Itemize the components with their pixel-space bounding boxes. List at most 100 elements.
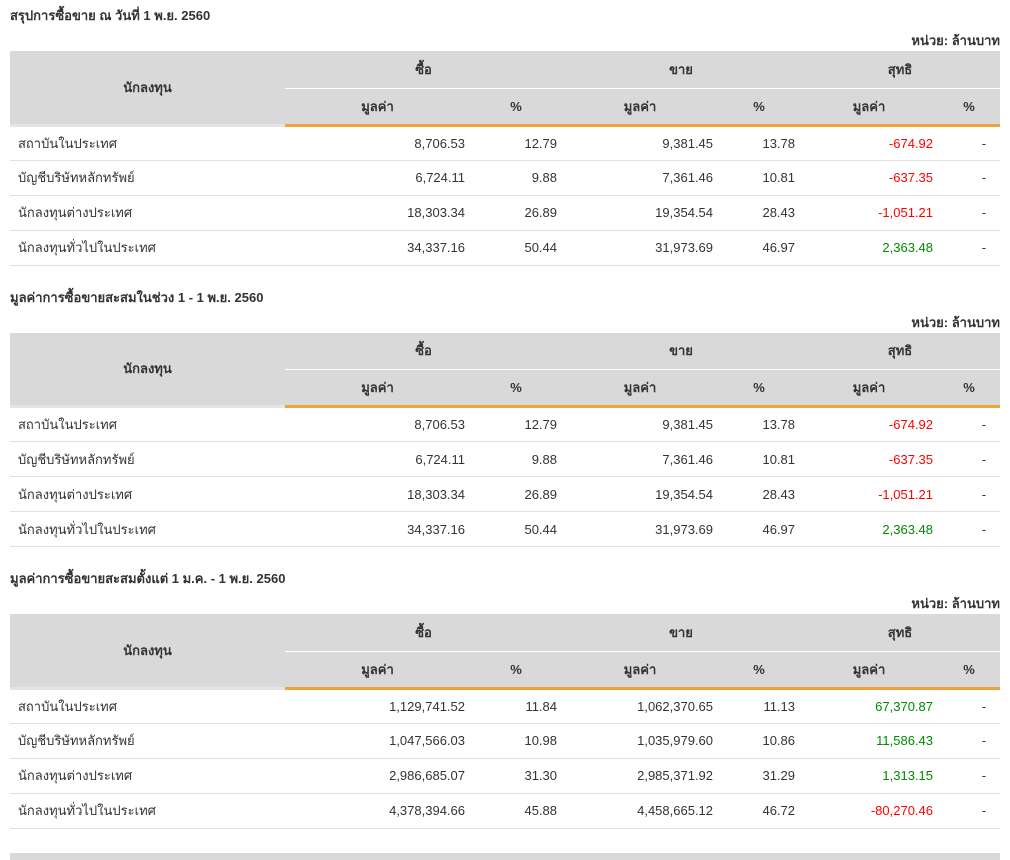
net-percent: -	[938, 723, 1001, 759]
table-row: สถาบันในประเทศ 8,706.53 12.79 9,381.45 13.78…	[10, 406, 1001, 442]
subheader-buy-value: มูลค่า	[285, 87, 470, 127]
column-header-net: สุทธิ	[800, 332, 1001, 370]
net-value: -1,051.21	[800, 476, 939, 512]
net-value: 67,370.87	[800, 688, 939, 724]
sell-value: 19,354.54	[562, 476, 719, 512]
column-header-sell: ขาย	[562, 614, 801, 651]
unit-label: หน่วย: ล้านบาท	[911, 314, 1000, 330]
investor-name: บัญชีบริษัทหลักทรัพย์	[10, 441, 285, 477]
buy-percent: 11.84	[470, 688, 563, 724]
net-value: -1,051.21	[800, 195, 939, 231]
unit-label: หน่วย: ล้านบาท	[911, 596, 1000, 611]
subheader-net-percent: %	[938, 369, 1001, 408]
buy-percent: 12.79	[470, 125, 563, 161]
table-row: นักลงทุนทั่วไปในประเทศ 34,337.16 50.44 31,9…	[10, 230, 1001, 266]
table-title-period: มูลค่าการซื้อขายสะสมในช่วง 1 - 1 พ.ย. 25…	[10, 289, 264, 305]
buy-value: 34,337.16	[285, 511, 470, 547]
investor-name: บัญชีบริษัทหลักทรัพย์	[10, 723, 285, 759]
unit-label: หน่วย: ล้านบาท	[911, 33, 1000, 48]
sell-value: 7,361.46	[562, 160, 719, 196]
investor-name: นักลงทุนทั่วไปในประเทศ	[10, 511, 285, 547]
subheader-net-percent: %	[938, 650, 1001, 690]
column-header-investor: นักลงทุน	[10, 614, 285, 690]
daily-summary-section: สรุปการซื้อขาย ณ วันที่ 1 พ.ย. 2560 หน่ว…	[10, 8, 1001, 266]
buy-percent: 45.88	[470, 793, 563, 829]
net-value: -80,270.46	[800, 793, 939, 829]
table-row: นักลงทุนต่างประเทศ 18,303.34 26.89 19,354.5…	[10, 476, 1001, 512]
sell-percent: 46.97	[718, 511, 801, 547]
buy-value: 8,706.53	[285, 406, 470, 442]
sell-value: 31,973.69	[562, 230, 719, 266]
table-title-daily: สรุปการซื้อขาย ณ วันที่ 1 พ.ย. 2560	[10, 8, 211, 23]
buy-percent: 10.98	[470, 723, 563, 759]
column-header-investor: นักลงทุน	[10, 51, 285, 127]
sell-value: 4,458,665.12	[562, 793, 719, 829]
column-header-buy: ซื้อ	[285, 51, 563, 88]
buy-value: 6,724.11	[285, 160, 470, 196]
subheader-sell-percent: %	[718, 369, 801, 408]
table-row: สถาบันในประเทศ 1,129,741.52 11.84 1,062,370…	[10, 688, 1001, 724]
sell-percent: 11.13	[718, 688, 801, 724]
buy-percent: 12.79	[470, 406, 563, 442]
table-row: บัญชีบริษัทหลักทรัพย์ 1,047,566.03 10.98 1,…	[10, 723, 1001, 759]
subheader-sell-percent: %	[718, 650, 801, 690]
investor-name: นักลงทุนทั่วไปในประเทศ	[10, 230, 285, 266]
sell-percent: 28.43	[718, 476, 801, 512]
table-row: นักลงทุนทั่วไปในประเทศ 34,337.16 50.44 31,9…	[10, 511, 1001, 547]
column-header-buy: ซื้อ	[285, 614, 563, 651]
net-value: -674.92	[800, 406, 939, 442]
net-value: -674.92	[800, 125, 939, 161]
buy-percent: 9.88	[470, 160, 563, 196]
net-value: 2,363.48	[800, 511, 939, 547]
subheader-buy-value: มูลค่า	[285, 650, 470, 690]
buy-value: 2,986,685.07	[285, 758, 470, 794]
investor-name: นักลงทุนต่างประเทศ	[10, 195, 285, 231]
buy-value: 34,337.16	[285, 230, 470, 266]
sell-value: 9,381.45	[562, 406, 719, 442]
table-row: บัญชีบริษัทหลักทรัพย์ 6,724.11 9.88 7,361.4…	[10, 160, 1001, 196]
subheader-net-value: มูลค่า	[800, 87, 939, 127]
column-header-sell: ขาย	[562, 332, 801, 370]
investor-name: สถาบันในประเทศ	[10, 406, 285, 442]
subheader-buy-percent: %	[470, 650, 563, 690]
buy-percent: 9.88	[470, 441, 563, 477]
subheader-net-percent: %	[938, 87, 1001, 127]
buy-percent: 31.30	[470, 758, 563, 794]
sell-value: 7,361.46	[562, 441, 719, 477]
sell-percent: 31.29	[718, 758, 801, 794]
investor-name: สถาบันในประเทศ	[10, 125, 285, 161]
sell-value: 1,035,979.60	[562, 723, 719, 759]
sell-percent: 46.97	[718, 230, 801, 266]
sell-percent: 28.43	[718, 195, 801, 231]
column-header-net: สุทธิ	[800, 51, 1001, 88]
net-percent: -	[938, 758, 1001, 794]
sell-percent: 10.86	[718, 723, 801, 759]
table-row: บัญชีบริษัทหลักทรัพย์ 6,724.11 9.88 7,361.4…	[10, 441, 1001, 477]
net-percent: -	[938, 195, 1001, 231]
investor-name: บัญชีบริษัทหลักทรัพย์	[10, 160, 285, 196]
subheader-net-value: มูลค่า	[800, 650, 939, 690]
subheader-buy-percent: %	[470, 369, 563, 408]
investor-name: สถาบันในประเทศ	[10, 688, 285, 724]
net-percent: -	[938, 476, 1001, 512]
table-header-groups: นักลงทุน ซื้อ ขาย สุทธิ	[10, 332, 1001, 408]
subheader-sell-value: มูลค่า	[562, 87, 719, 127]
sell-value: 2,985,371.92	[562, 758, 719, 794]
sell-percent: 10.81	[718, 441, 801, 477]
subheader-buy-value: มูลค่า	[285, 369, 470, 408]
net-percent: -	[938, 511, 1001, 547]
column-header-buy: ซื้อ	[285, 332, 563, 370]
net-percent: -	[938, 688, 1001, 724]
table-row: นักลงทุนต่างประเทศ 18,303.34 26.89 19,354.5…	[10, 195, 1001, 231]
sell-percent: 13.78	[718, 125, 801, 161]
table-title-ytd: มูลค่าการซื้อขายสะสมตั้งแต่ 1 ม.ค. - 1 พ…	[10, 571, 286, 586]
sell-value: 19,354.54	[562, 195, 719, 231]
net-percent: -	[938, 793, 1001, 829]
subheader-sell-percent: %	[718, 87, 801, 127]
investor-summary-table-period: นักลงทุน ซื้อ ขาย สุทธิ มูลค่า % มูลค่า …	[10, 332, 1001, 547]
investor-name: นักลงทุนต่างประเทศ	[10, 758, 285, 794]
table-header-groups: นักลงทุน ซื้อ ขาย สุทธิ	[10, 51, 1001, 127]
net-value: 11,586.43	[800, 723, 939, 759]
sell-percent: 10.81	[718, 160, 801, 196]
buy-value: 1,047,566.03	[285, 723, 470, 759]
